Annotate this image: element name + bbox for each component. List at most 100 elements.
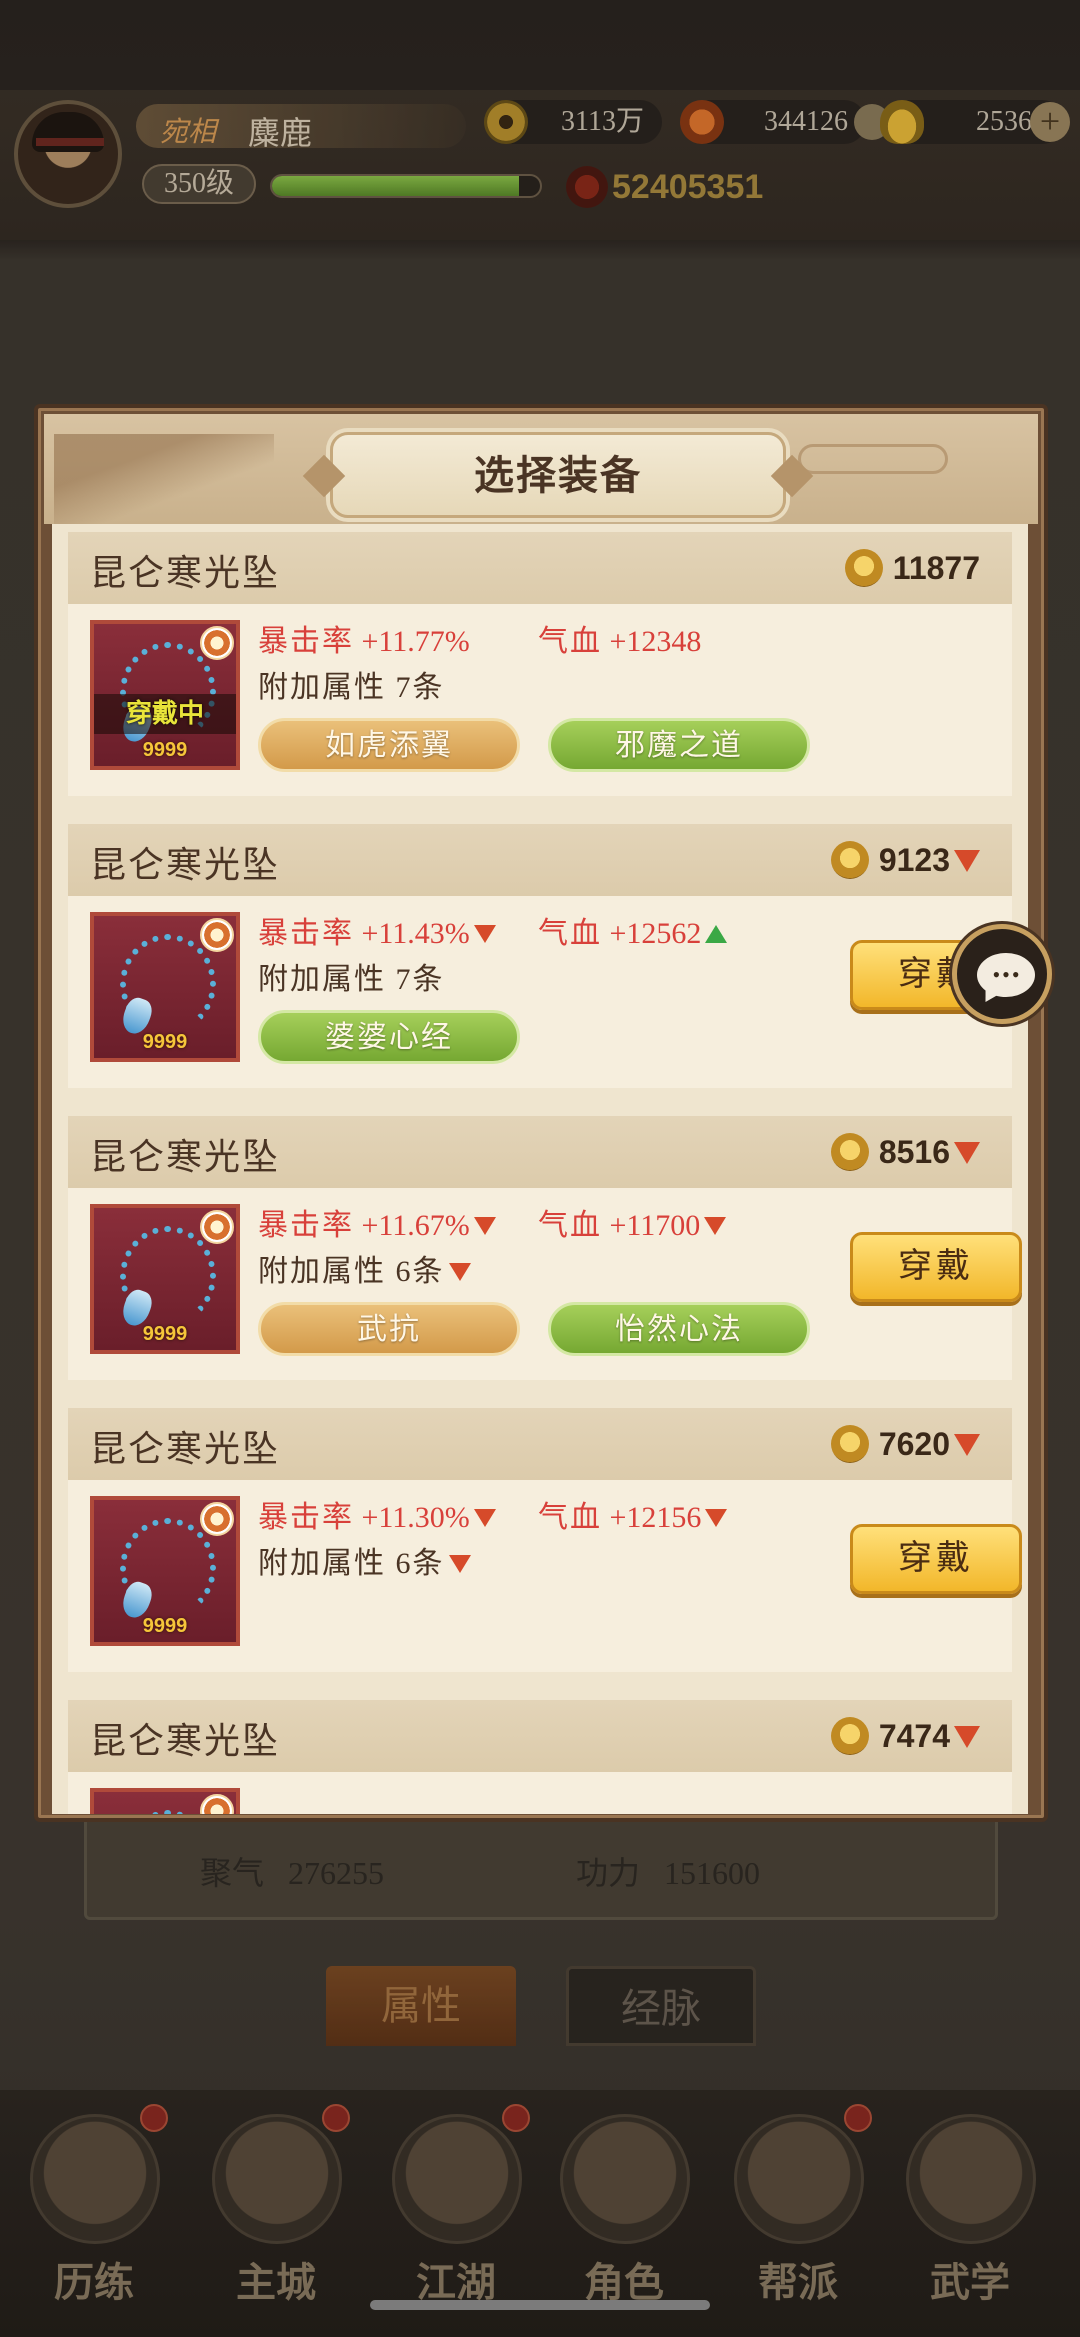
equipment-name: 昆仑寒光坠 <box>90 1721 281 1761</box>
equipment-card-header: 昆仑寒光坠 8516 <box>68 1116 1012 1188</box>
extra-attributes: 附加属性 6条 <box>258 1246 471 1290</box>
cloud-decoration-icon <box>798 444 948 474</box>
quality-flower-icon <box>200 1502 234 1536</box>
wear-button[interactable]: 穿戴 <box>850 1232 1022 1302</box>
extra-attributes-count: 6条 <box>395 1547 445 1580</box>
down-arrow-icon <box>704 1217 727 1236</box>
down-arrow-icon <box>705 1509 728 1528</box>
crit-rate-value: +11.30% <box>361 1501 470 1534</box>
chat-dots-icon: ••• <box>992 962 1022 987</box>
equipped-label: 穿戴中 <box>94 694 236 734</box>
item-quantity: 9999 <box>142 1615 188 1637</box>
hp-stat: 气血 +12562 <box>538 908 728 952</box>
extra-attributes: 附加属性 7条 <box>258 662 445 706</box>
equipment-item-icon[interactable]: 9999 <box>90 1496 240 1646</box>
extra-attributes-count: 7条 <box>395 671 445 704</box>
equipment-power: 7620 <box>830 1424 980 1464</box>
hp-stat: 气血 +12156 <box>538 1492 728 1536</box>
hp-stat: 气血 +11700 <box>538 1200 727 1244</box>
equipment-power-value: 11877 <box>892 550 980 586</box>
modal-header: 选择装备 <box>44 414 1038 524</box>
equipment-card[interactable]: 昆仑寒光坠 7620 9999 暴击率 +11.30% 气血 +12156 附加属性 6条… <box>68 1408 1022 1672</box>
skill-tag[interactable]: 怡然心法 <box>548 1302 810 1356</box>
power-medal-icon <box>830 1132 869 1171</box>
crit-rate-stat: 暴击率 +11.67% <box>258 1200 496 1244</box>
modal-title-plaque: 选择装备 <box>302 432 814 518</box>
skill-tag[interactable]: 武抗 <box>258 1302 520 1356</box>
equipment-name: 昆仑寒光坠 <box>90 553 281 593</box>
equipment-item-icon[interactable]: 穿戴中 9999 <box>90 620 240 770</box>
extra-attributes-label: 附加属性 <box>258 963 386 996</box>
equipment-card[interactable]: 昆仑寒光坠 8516 9999 暴击率 +11.67% 气血 +11700 附加属性 6条… <box>68 1116 1022 1380</box>
equipment-card-header: 昆仑寒光坠 11877 <box>68 532 1012 604</box>
quality-flower-icon <box>200 918 234 952</box>
crit-rate-value: +11.77% <box>361 625 470 658</box>
hp-label: 气血 <box>538 1209 602 1242</box>
equipment-card[interactable]: 昆仑寒光坠 11877 穿戴中 9999 暴击率 +11.77% 气血 +12348 附加属… <box>68 532 1012 796</box>
crit-rate-label: 暴击率 <box>258 1209 354 1242</box>
hp-value: +11700 <box>609 1209 701 1242</box>
power-medal-icon <box>830 840 869 879</box>
down-arrow-icon <box>954 1141 980 1164</box>
down-arrow-icon <box>954 849 980 872</box>
down-arrow-icon <box>448 1263 471 1282</box>
down-arrow-icon <box>954 1433 980 1456</box>
extra-attributes: 附加属性 6条 <box>258 1538 471 1582</box>
crit-rate-label: 暴击率 <box>258 1501 354 1534</box>
item-quantity: 9999 <box>142 1031 188 1053</box>
hp-label: 气血 <box>538 625 602 658</box>
extra-attributes: 附加属性 7条 <box>258 954 445 998</box>
down-arrow-icon <box>473 1217 496 1236</box>
down-arrow-icon <box>473 925 496 944</box>
power-medal-icon <box>830 1716 869 1755</box>
equipment-power: 11877 <box>844 548 980 588</box>
item-quantity: 9999 <box>142 739 188 761</box>
equipment-card-header: 昆仑寒光坠 7620 <box>68 1408 1012 1480</box>
equipment-list-container[interactable]: 昆仑寒光坠 11877 穿戴中 9999 暴击率 +11.77% 气血 +12348 附加属… <box>52 524 1028 1814</box>
equipment-card-header: 昆仑寒光坠 9123 <box>68 824 1012 896</box>
extra-attributes-label: 附加属性 <box>258 1547 386 1580</box>
equipment-power-value: 7474 <box>878 1718 950 1754</box>
extra-attributes-count: 7条 <box>395 963 445 996</box>
equipment-card[interactable]: 昆仑寒光坠 7474 9999 <box>68 1700 1012 1814</box>
modal-title: 选择装备 <box>474 453 642 498</box>
equipment-name: 昆仑寒光坠 <box>90 1137 281 1177</box>
equipment-name: 昆仑寒光坠 <box>90 1429 281 1469</box>
equipment-power: 7474 <box>830 1716 980 1756</box>
equipment-item-icon[interactable]: 9999 <box>90 1204 240 1354</box>
power-medal-icon <box>830 1424 869 1463</box>
wear-button[interactable]: 穿戴 <box>850 1524 1022 1594</box>
equipment-name: 昆仑寒光坠 <box>90 845 281 885</box>
hp-value: +12348 <box>609 625 702 658</box>
hp-stat: 气血 +12348 <box>538 616 701 660</box>
equipment-power: 8516 <box>830 1132 980 1172</box>
quality-flower-icon <box>200 1794 234 1814</box>
item-quantity: 9999 <box>142 1323 188 1345</box>
hp-label: 气血 <box>538 917 602 950</box>
hp-value: +12562 <box>609 917 702 950</box>
crit-rate-stat: 暴击率 +11.30% <box>258 1492 496 1536</box>
equipment-card-header: 昆仑寒光坠 7474 <box>68 1700 1012 1772</box>
crit-rate-label: 暴击率 <box>258 625 354 658</box>
equipment-power-value: 9123 <box>878 842 950 878</box>
equipment-power: 9123 <box>830 840 980 880</box>
equipment-item-icon[interactable]: 9999 <box>90 1788 240 1814</box>
chat-float-button[interactable]: ••• <box>952 924 1052 1024</box>
equipment-power-value: 8516 <box>878 1134 950 1170</box>
skill-tag[interactable]: 婆婆心经 <box>258 1010 520 1064</box>
crit-rate-value: +11.43% <box>361 917 470 950</box>
skill-tag[interactable]: 邪魔之道 <box>548 718 810 772</box>
select-equipment-modal: 选择装备 昆仑寒光坠 11877 穿戴中 9999 暴击率 +11.77% 气血 +123… <box>34 404 1048 1822</box>
quality-flower-icon <box>200 626 234 660</box>
mountain-decoration-icon <box>54 434 274 524</box>
hp-value: +12156 <box>609 1501 702 1534</box>
hp-label: 气血 <box>538 1501 602 1534</box>
extra-attributes-label: 附加属性 <box>258 671 386 704</box>
skill-tag[interactable]: 如虎添翼 <box>258 718 520 772</box>
down-arrow-icon <box>954 1725 980 1748</box>
extra-attributes-label: 附加属性 <box>258 1255 386 1288</box>
equipment-card[interactable]: 昆仑寒光坠 9123 9999 暴击率 +11.43% 气血 +12562 附加属性 7条… <box>68 824 1022 1088</box>
equipment-item-icon[interactable]: 9999 <box>90 912 240 1062</box>
power-medal-icon <box>844 548 883 587</box>
down-arrow-icon <box>473 1509 496 1528</box>
